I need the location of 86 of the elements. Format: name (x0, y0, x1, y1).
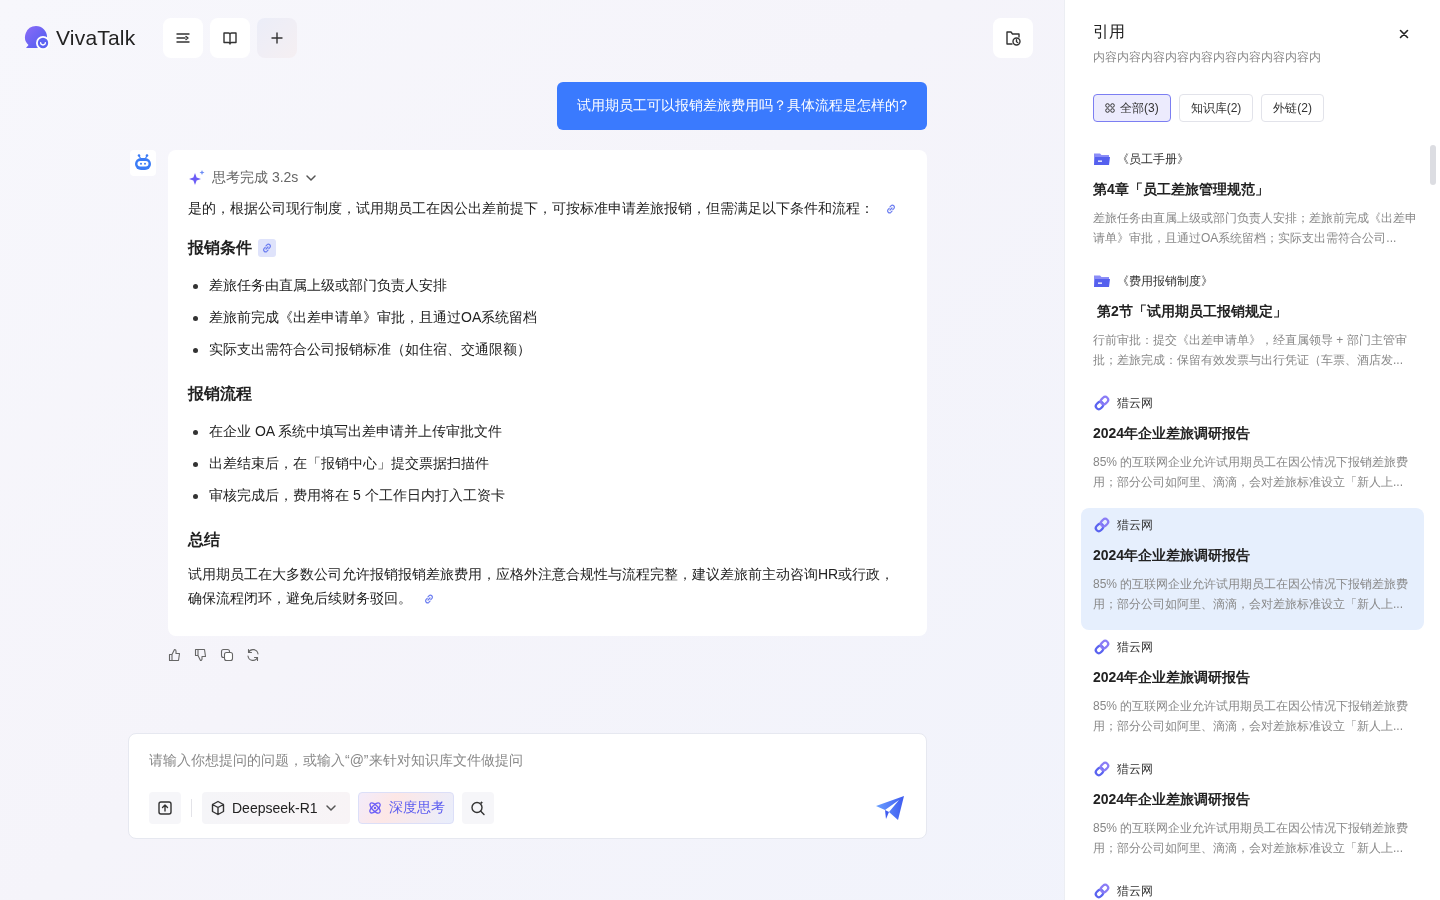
book-icon (222, 30, 239, 46)
reference-excerpt: 85% 的互联网企业允许试用期员工在因公情况下报销差旅费用；部分公司如阿里、滴滴，会对差旅标准设立「新人上... (1093, 454, 1410, 491)
reference-title: 2024年企业差旅调研报告 (1093, 546, 1252, 565)
robot-icon (133, 153, 153, 173)
section-heading: 报销条件 (188, 238, 252, 258)
grid-icon (1105, 103, 1115, 113)
reference-item[interactable]: 猎云网 (1081, 874, 1424, 900)
reference-title: 第2节「试用期员工报销规定」 (1095, 302, 1288, 321)
filter-tab[interactable]: 知识库(2) (1178, 94, 1254, 122)
bullet-icon (193, 493, 198, 499)
reference-source: 猎云网 (1117, 516, 1153, 534)
app-name: VivaTalk (56, 26, 136, 50)
sparkle-icon (188, 169, 206, 187)
link-icon (1093, 760, 1111, 778)
new-chat-button[interactable] (257, 18, 298, 58)
reference-item[interactable]: 《费用报销制度》 第2节「试用期员工报销规定」 行前审批：提交《出差申请单》，经直属领导 + 部门主管审批；差旅完成：保留有效发票与出行凭证（车票、酒店发... (1081, 264, 1424, 386)
send-icon[interactable] (874, 794, 906, 822)
upload-icon (157, 800, 173, 816)
thumbs-down-icon[interactable] (194, 648, 208, 662)
reference-title: 2024年企业差旅调研报告 (1093, 424, 1252, 443)
folder-icon (1093, 151, 1111, 167)
reference-title: 第4章「员工差旅管理规范」 (1093, 180, 1270, 199)
reference-excerpt: 85% 的互联网企业允许试用期员工在因公情况下报销差旅费用；部分公司如阿里、滴滴，会对差旅标准设立「新人上... (1093, 576, 1410, 613)
panel-subtitle: 内容内容内容内容内容内容内容内容内容内 (1093, 49, 1321, 66)
bullet-icon (193, 429, 198, 435)
refresh-icon[interactable] (246, 648, 260, 662)
link-icon (1093, 638, 1111, 656)
link-icon (1093, 882, 1111, 900)
search-icon (469, 800, 486, 816)
cube-icon (210, 800, 226, 816)
panel-title: 引用 (1093, 22, 1126, 42)
plus-icon (270, 31, 285, 45)
reference-item[interactable]: 猎云网 2024年企业差旅调研报告 85% 的互联网企业允许试用期员工在因公情况下报销差旅费用；部分公司如阿里、滴滴，会对差旅标准设立「新人上... (1081, 752, 1424, 874)
reference-source: 猎云网 (1117, 760, 1153, 778)
close-icon[interactable] (1398, 28, 1410, 40)
bullet-icon (193, 461, 198, 467)
citation-link-icon[interactable] (258, 239, 276, 257)
logo-icon (24, 25, 52, 51)
list-item: 差旅前完成《出差申请单》审批，且通过OA系统留档 (209, 309, 538, 327)
atom-icon (366, 800, 383, 816)
section-heading: 报销流程 (188, 384, 252, 404)
list-item: 审核完成后，费用将在 5 个工作日内打入工资卡 (209, 487, 505, 505)
reference-item[interactable]: 猎云网 2024年企业差旅调研报告 85% 的互联网企业允许试用期员工在因公情况下报销差旅费用；部分公司如阿里、滴滴，会对差旅标准设立「新人上... (1081, 386, 1424, 508)
link-icon (1093, 516, 1111, 534)
copy-icon[interactable] (220, 648, 234, 662)
reference-source: 《员工手册》 (1117, 150, 1189, 168)
reference-title: 2024年企业差旅调研报告 (1093, 790, 1252, 809)
bullet-icon (193, 347, 198, 353)
thinking-toggle[interactable]: 思考完成 3.2s (188, 166, 907, 190)
reference-excerpt: 85% 的互联网企业允许试用期员工在因公情况下报销差旅费用；部分公司如阿里、滴滴，会对差旅标准设立「新人上... (1093, 698, 1410, 735)
thumbs-up-icon[interactable] (168, 648, 182, 662)
upload-button[interactable] (149, 792, 181, 824)
reference-excerpt: 差旅任务由直属上级或部门负责人安排；差旅前完成《出差申请单》审批，且通过OA系统留档；实际支出需符合公司... (1093, 210, 1417, 247)
filter-tab[interactable]: 全部(3) (1093, 94, 1171, 122)
scrollbar-thumb[interactable] (1430, 145, 1436, 185)
reference-item[interactable]: 猎云网 2024年企业差旅调研报告 85% 的互联网企业允许试用期员工在因公情况下报销差旅费用；部分公司如阿里、滴滴，会对差旅标准设立「新人上... (1081, 508, 1424, 630)
bullet-icon (193, 283, 198, 289)
reference-excerpt: 85% 的互联网企业允许试用期员工在因公情况下报销差旅费用；部分公司如阿里、滴滴，会对差旅标准设立「新人上... (1093, 820, 1410, 857)
reference-excerpt: 行前审批：提交《出差申请单》，经直属领导 + 部门主管审批；差旅完成：保留有效发票与出行凭证（车票、酒店发... (1093, 332, 1408, 369)
folder-clock-icon (1004, 29, 1022, 47)
reference-title: 2024年企业差旅调研报告 (1093, 668, 1252, 687)
list-item: 实际支出需符合公司报销标准（如住宿、交通限额） (209, 341, 531, 359)
reference-source: 《费用报销制度》 (1117, 272, 1213, 290)
model-select[interactable]: Deepseek-R1 (202, 792, 350, 824)
reference-item[interactable]: 《员工手册》 第4章「员工差旅管理规范」 差旅任务由直属上级或部门负责人安排；差旅前完成《出差申请单》审批，且通过OA系统留档；实际支出需符合公司... (1081, 142, 1424, 264)
deep-think-toggle[interactable]: 深度思考 (357, 792, 454, 824)
user-message: 试用期员工可以报销差旅费用吗？具体流程是怎样的? (557, 82, 927, 130)
sidebar-toggle-button[interactable] (163, 18, 204, 58)
reference-source: 猎云网 (1117, 882, 1153, 900)
menu-icon (175, 30, 192, 46)
answer-paragraph: 是的，根据公司现行制度，试用期员工在因公出差前提下，可按标准申请差旅报销，但需满足以下条件和流程： (188, 196, 907, 220)
list-item: 在企业 OA 系统中填写出差申请并上传审批文件 (209, 423, 503, 441)
list-item: 出差结束后，在「报销中心」提交票据扫描件 (209, 455, 489, 473)
answer-paragraph: 试用期员工在大多数公司允许报销报销差旅费用，应格外注意合规性与流程完整，建议差旅前主动咨询HR或行政，确保流程闭环，避免后续财务驳回。 (188, 562, 907, 610)
bullet-icon (193, 315, 198, 321)
link-icon (1093, 394, 1111, 412)
list-item: 差旅任务由直属上级或部门负责人安排 (209, 277, 447, 295)
reference-item[interactable]: 猎云网 2024年企业差旅调研报告 85% 的互联网企业允许试用期员工在因公情况下报销差旅费用；部分公司如阿里、滴滴，会对差旅标准设立「新人上... (1081, 630, 1424, 752)
reference-source: 猎云网 (1117, 638, 1153, 656)
section-heading: 总结 (188, 530, 220, 550)
web-search-button[interactable] (461, 792, 494, 824)
knowledge-base-button[interactable] (210, 18, 251, 58)
folder-icon (1093, 273, 1111, 289)
history-button[interactable] (993, 18, 1033, 58)
filter-tab[interactable]: 外链(2) (1261, 94, 1324, 122)
reference-source: 猎云网 (1117, 394, 1153, 412)
